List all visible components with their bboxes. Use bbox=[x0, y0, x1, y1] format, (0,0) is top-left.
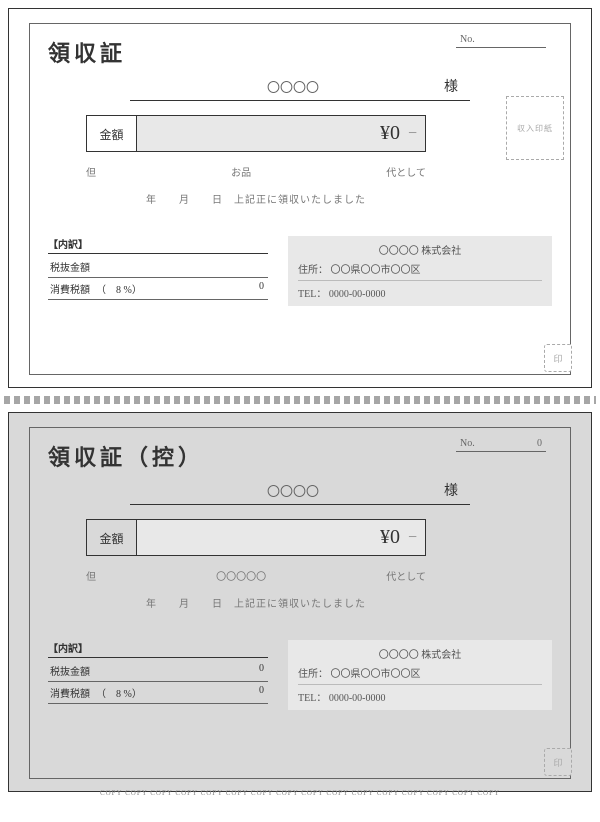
issuer-tel-label: TEL： bbox=[298, 693, 326, 704]
stamp-label: 収入印紙 bbox=[517, 123, 553, 134]
receipt-inner: No. 領収証 〇〇〇〇 様 金額 ¥0 − 収入印紙 但 お品 代として 年 … bbox=[29, 23, 571, 375]
amount-suffix: − bbox=[408, 125, 417, 143]
issuer-box-copy: 〇〇〇〇 株式会社 住所： 〇〇県〇〇市〇〇区 TEL： 0000-00-000… bbox=[288, 640, 552, 710]
breakdown-row-1: 税抜金額 0 bbox=[48, 660, 268, 682]
issuer-addr: 〇〇県〇〇市〇〇区 bbox=[331, 265, 421, 276]
amount-row: 金額 ¥0 − bbox=[86, 115, 426, 152]
revenue-stamp-box: 収入印紙 bbox=[506, 96, 564, 160]
breakdown-title: 【内訳】 bbox=[48, 236, 268, 254]
issuer-box: 〇〇〇〇 株式会社 住所： 〇〇県〇〇市〇〇区 TEL： 0000-00-000… bbox=[288, 236, 552, 306]
amount-box: ¥0 − bbox=[136, 519, 426, 556]
no-label: No. bbox=[460, 438, 475, 449]
issuer-tel: 0000-00-0000 bbox=[329, 693, 386, 704]
notes-row-copy: 但 〇〇〇〇〇 代として bbox=[86, 568, 426, 583]
issuer-addr: 〇〇県〇〇市〇〇区 bbox=[331, 669, 421, 680]
payer-placeholder: 〇〇〇〇 bbox=[267, 481, 319, 500]
issuer-addr-label: 住所： bbox=[298, 265, 328, 276]
row2-rate: （ 8 %） bbox=[96, 685, 142, 700]
receipt-copy: No. 0 領収証（控） 〇〇〇〇 様 金額 ¥0 − 但 〇〇〇〇〇 代として… bbox=[8, 412, 592, 792]
amount-suffix: − bbox=[408, 529, 417, 547]
row2-rate: （ 8 %） bbox=[96, 281, 142, 296]
notes-row: 但 お品 代として bbox=[86, 164, 426, 179]
row2-label: 消費税額 bbox=[50, 281, 90, 296]
amount-value: ¥0 bbox=[380, 122, 400, 145]
note-item: お品 bbox=[231, 164, 251, 179]
receipt-number: No. bbox=[456, 34, 546, 48]
amount-label: 金額 bbox=[86, 115, 136, 152]
seal-box-copy: 印 bbox=[544, 748, 572, 776]
note-but: 但 bbox=[86, 568, 96, 583]
date-line: 年 月 日 上記正に領収いたしました bbox=[86, 191, 426, 206]
breakdown-table: 【内訳】 税抜金額 消費税額 （ 8 %） 0 bbox=[48, 236, 268, 306]
issuer-addr-label: 住所： bbox=[298, 669, 328, 680]
amount-value: ¥0 bbox=[380, 526, 400, 549]
receipt-number-copy: No. 0 bbox=[456, 438, 546, 452]
payer-placeholder: 〇〇〇〇 bbox=[267, 77, 319, 96]
sama-label: 様 bbox=[444, 480, 458, 500]
breakdown-row-1: 税抜金額 bbox=[48, 256, 268, 278]
payer-row: 〇〇〇〇 様 bbox=[130, 76, 470, 101]
breakdown-row-2: 消費税額 （ 8 %） 0 bbox=[48, 278, 268, 300]
no-value: 0 bbox=[537, 438, 542, 449]
row2-value: 0 bbox=[259, 281, 264, 296]
bottom-row: 【内訳】 税抜金額 消費税額 （ 8 %） 0 〇〇〇〇 株式会社 住所： bbox=[48, 236, 552, 306]
no-label: No. bbox=[460, 34, 475, 45]
row1-label: 税抜金額 bbox=[50, 259, 90, 274]
receipt-inner-copy: No. 0 領収証（控） 〇〇〇〇 様 金額 ¥0 − 但 〇〇〇〇〇 代として… bbox=[29, 427, 571, 779]
breakdown-row-2: 消費税額 （ 8 %） 0 bbox=[48, 682, 268, 704]
sama-label: 様 bbox=[444, 76, 458, 96]
amount-label: 金額 bbox=[86, 519, 136, 556]
seal-box: 印 bbox=[544, 344, 572, 372]
breakdown-table-copy: 【内訳】 税抜金額 0 消費税額 （ 8 %） 0 bbox=[48, 640, 268, 710]
note-as: 代として bbox=[386, 164, 426, 179]
note-item: 〇〇〇〇〇 bbox=[216, 568, 266, 583]
receipt-original: No. 領収証 〇〇〇〇 様 金額 ¥0 − 収入印紙 但 お品 代として 年 … bbox=[8, 8, 592, 388]
row2-value: 0 bbox=[259, 685, 264, 700]
amount-box: ¥0 − bbox=[136, 115, 426, 152]
issuer-name: 〇〇〇〇 株式会社 bbox=[298, 646, 542, 661]
note-but: 但 bbox=[86, 164, 96, 179]
issuer-tel: 0000-00-0000 bbox=[329, 289, 386, 300]
cut-line bbox=[4, 396, 596, 404]
row1-label: 税抜金額 bbox=[50, 663, 90, 678]
row1-value: 0 bbox=[259, 663, 264, 678]
date-line-copy: 年 月 日 上記正に領収いたしました bbox=[86, 595, 426, 610]
seal-label: 印 bbox=[553, 352, 562, 365]
note-as: 代として bbox=[386, 568, 426, 583]
row2-label: 消費税額 bbox=[50, 685, 90, 700]
seal-label: 印 bbox=[553, 756, 562, 769]
payer-row-copy: 〇〇〇〇 様 bbox=[130, 480, 470, 505]
amount-row-copy: 金額 ¥0 − bbox=[86, 519, 426, 556]
issuer-tel-label: TEL： bbox=[298, 289, 326, 300]
bottom-row-copy: 【内訳】 税抜金額 0 消費税額 （ 8 %） 0 〇〇〇〇 株式会社 住所： bbox=[48, 640, 552, 710]
issuer-name: 〇〇〇〇 株式会社 bbox=[298, 242, 542, 257]
copy-watermark: COPY COPY COPY COPY COPY COPY COPY COPY … bbox=[9, 789, 591, 797]
breakdown-title: 【内訳】 bbox=[48, 640, 268, 658]
